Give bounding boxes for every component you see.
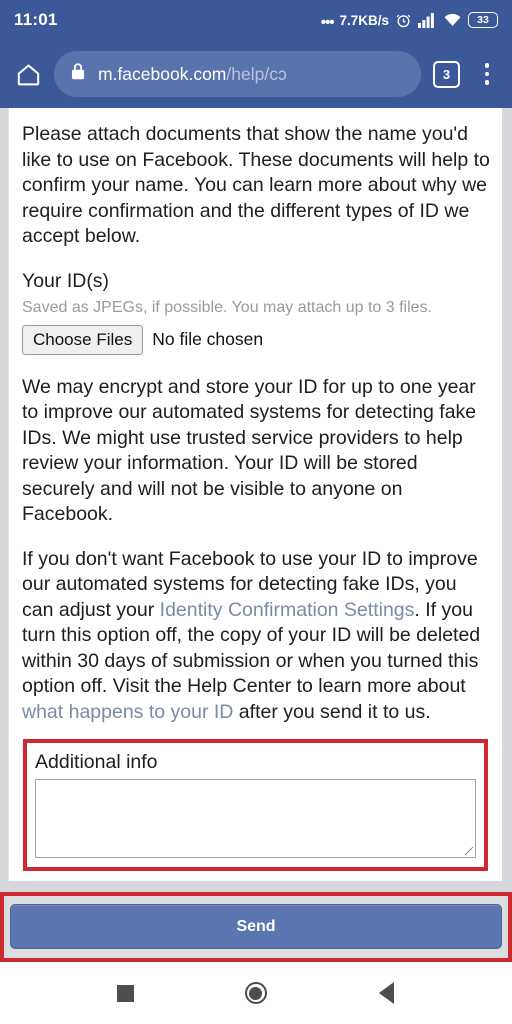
triangle-back-icon[interactable] — [367, 973, 407, 1013]
additional-info-label: Additional info — [35, 751, 158, 773]
what-happens-to-your-id-link[interactable]: what happens to your ID — [22, 701, 233, 723]
url-text: m.facebook.com/help/cɔ — [98, 64, 287, 85]
resize-handle-icon[interactable] — [465, 847, 473, 855]
intro-paragraph: Please attach documents that show the na… — [22, 123, 490, 247]
web-page-content: Please attach documents that show the na… — [8, 108, 502, 881]
status-bar-indicators: ••• 7.7KB/s 33 — [320, 12, 498, 31]
browser-toolbar: m.facebook.com/help/cɔ 3 — [0, 40, 512, 108]
identity-confirmation-settings-link[interactable]: Identity Confirmation Settings — [160, 599, 415, 621]
your-ids-subtitle: Saved as JPEGs, if possible. You may att… — [22, 298, 433, 316]
choose-files-button[interactable]: Choose Files — [22, 324, 144, 355]
your-ids-title: Your ID(s) — [22, 269, 110, 292]
status-bar-clock: 11:01 — [14, 10, 58, 29]
battery-indicator: 33 — [468, 12, 498, 28]
phone-screen: 11:01 ••• 7.7KB/s 33 m.facebook.com/help… — [0, 0, 512, 1024]
encryption-paragraph: We may encrypt and store your ID for up … — [22, 375, 477, 526]
your-ids-section: Your ID(s) Saved as JPEGs, if possible. … — [22, 269, 490, 355]
status-bar: 11:01 ••• 7.7KB/s 33 — [0, 0, 512, 40]
circle-home-icon[interactable] — [236, 973, 276, 1013]
tab-switcher-button[interactable]: 3 — [433, 60, 460, 88]
file-input-row: Choose Files No file chosen — [22, 324, 490, 355]
android-navigation-bar — [0, 962, 512, 1024]
optout-paragraph: If you don't want Facebook to use your I… — [22, 547, 490, 726]
send-button[interactable]: Send — [10, 904, 502, 949]
additional-info-highlight-box: Additional info — [23, 739, 488, 871]
lock-icon — [70, 62, 86, 86]
wifi-icon — [443, 12, 462, 28]
url-path: /help/cɔ — [226, 63, 287, 84]
alarm-clock-icon — [395, 12, 412, 29]
battery-level-label: 33 — [477, 14, 489, 26]
additional-info-textarea[interactable] — [35, 779, 476, 858]
network-speed-label: 7.7KB/s — [339, 12, 389, 28]
address-bar[interactable]: m.facebook.com/help/cɔ — [54, 51, 421, 97]
network-activity-dots-icon: ••• — [320, 13, 335, 31]
signal-bars-icon — [418, 12, 437, 28]
kebab-menu-icon[interactable] — [472, 63, 502, 85]
send-highlight-box: Send — [0, 892, 512, 962]
url-host: m.facebook.com — [98, 63, 227, 84]
optout-text-part3: after you send it to us. — [233, 700, 431, 723]
square-recents-icon[interactable] — [105, 973, 145, 1013]
page-viewport: Please attach documents that show the na… — [0, 108, 512, 962]
home-icon[interactable] — [10, 56, 46, 92]
file-status-label: No file chosen — [152, 329, 264, 349]
tab-count-label: 3 — [442, 66, 451, 82]
